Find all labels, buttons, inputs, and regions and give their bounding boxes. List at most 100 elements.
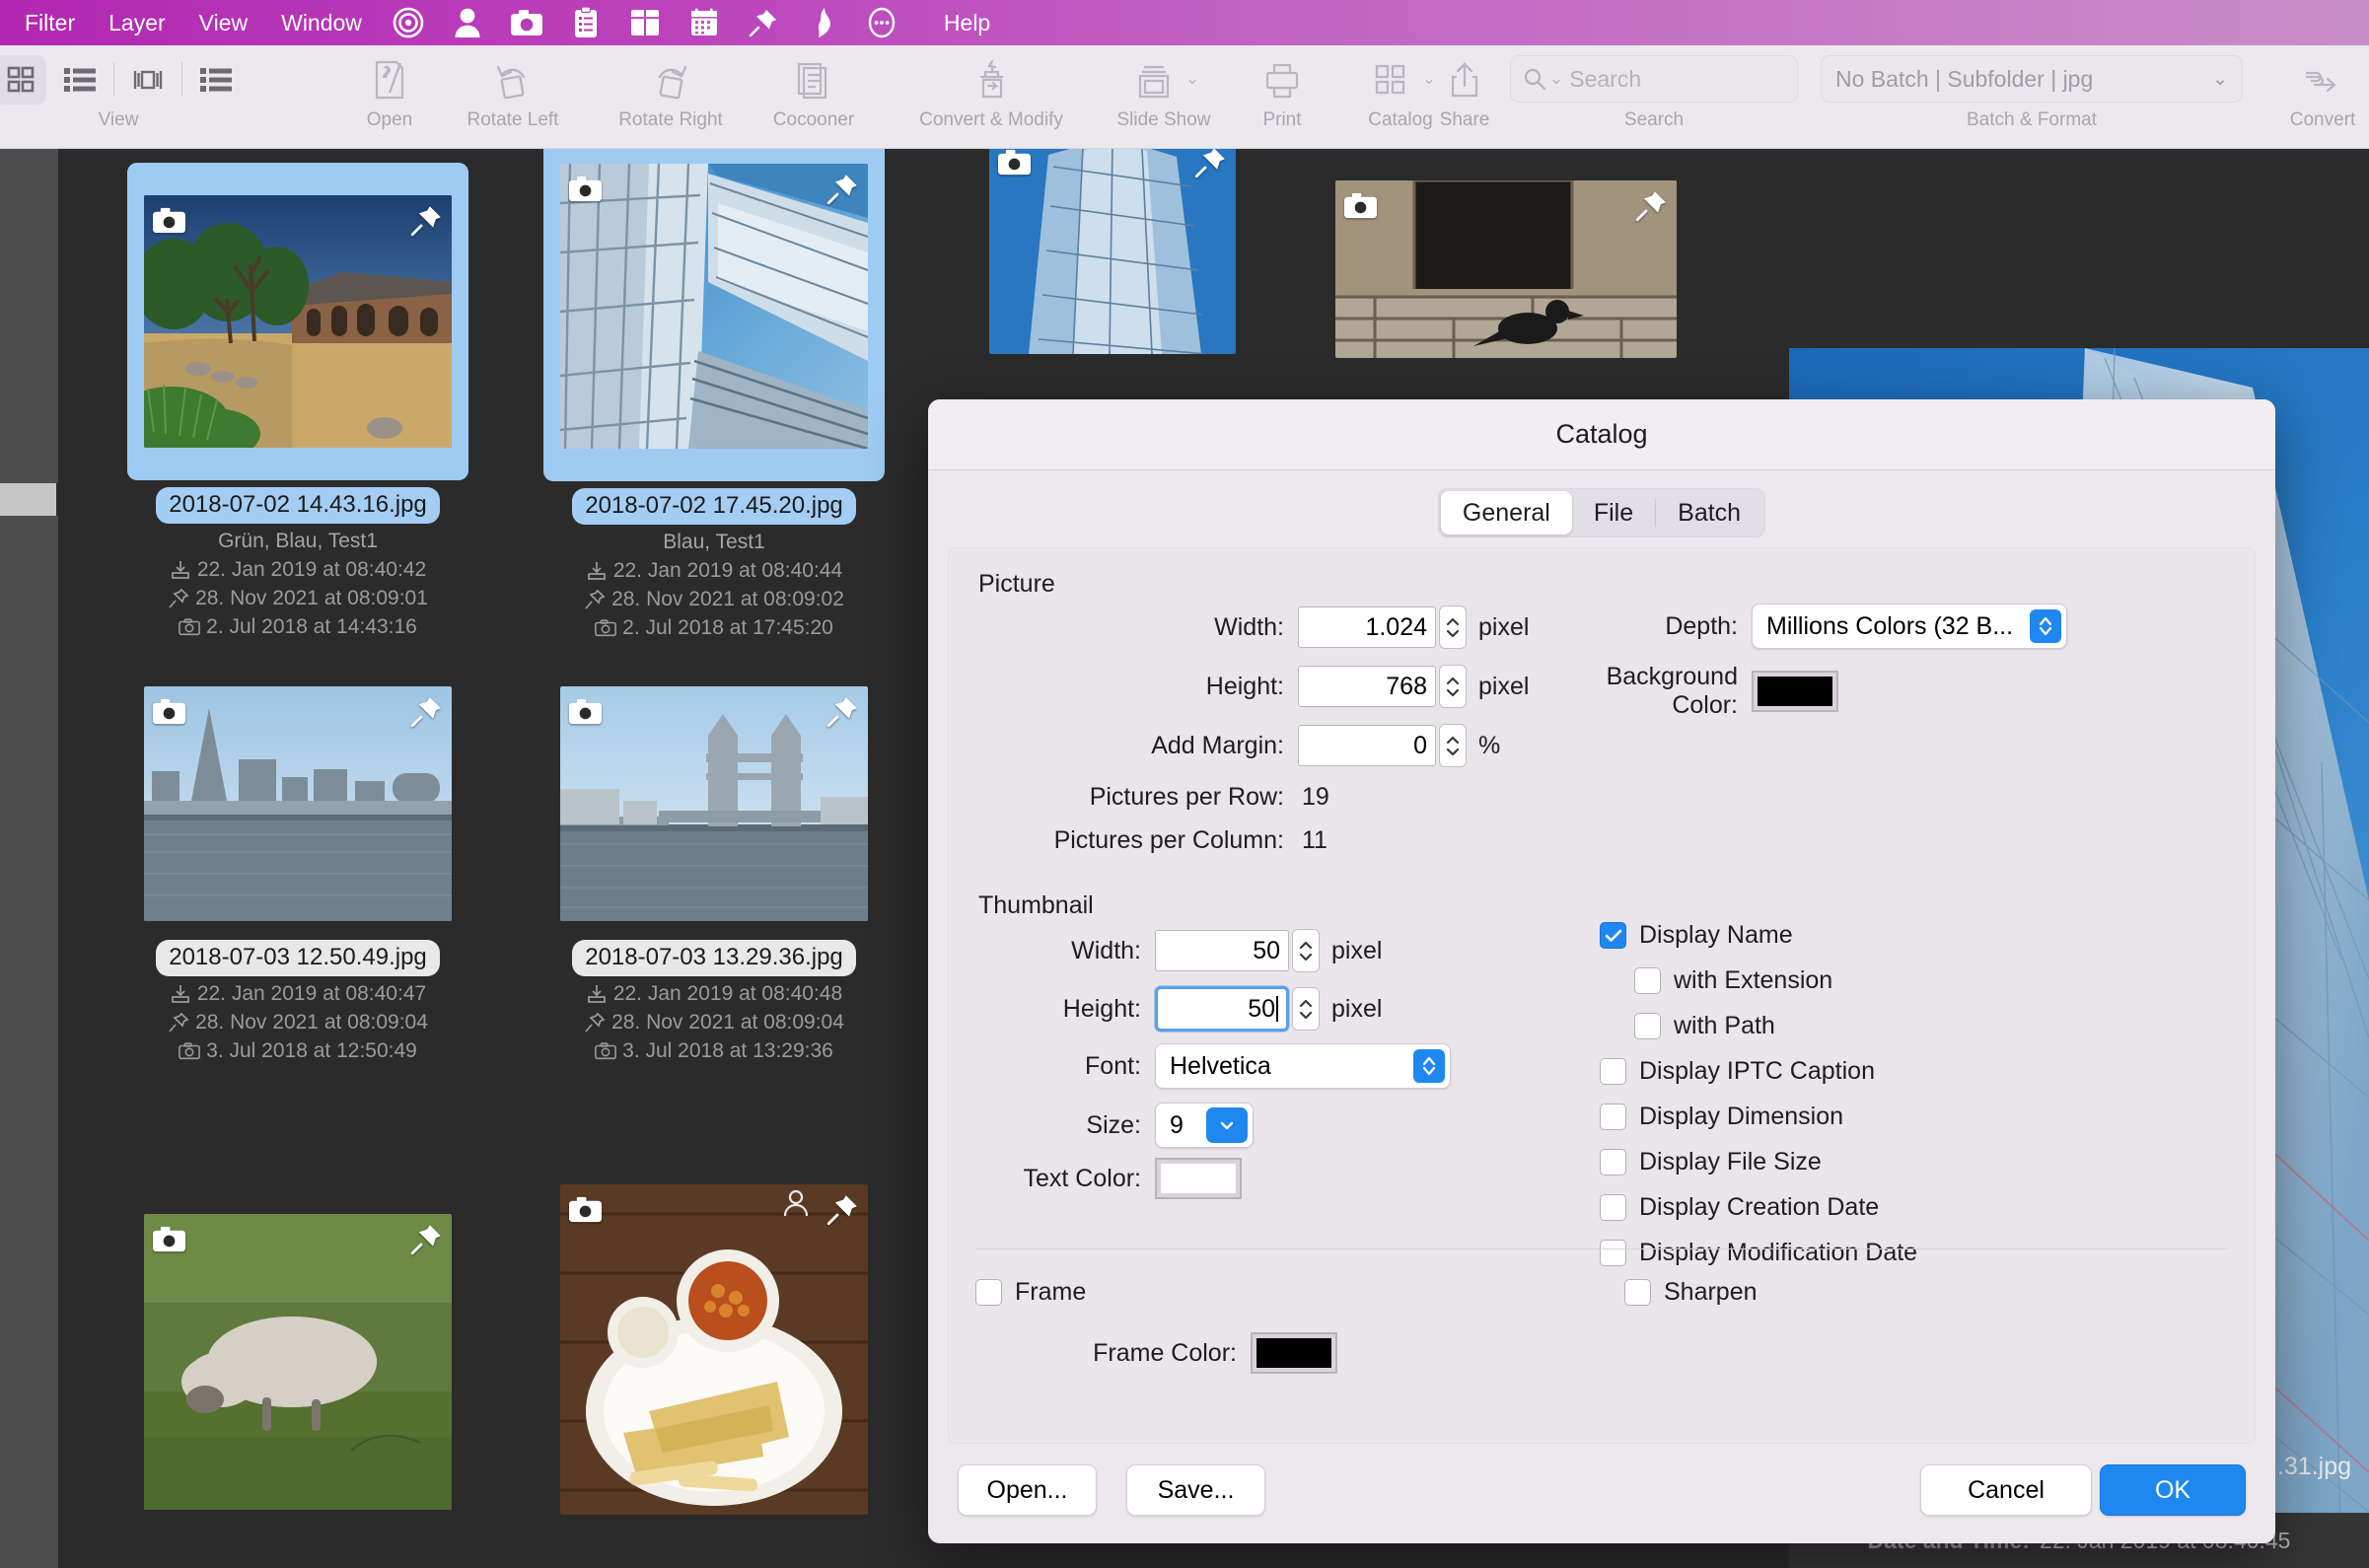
book-icon[interactable]	[622, 3, 668, 42]
thumbnail-import-date-row: 22. Jan 2019 at 08:40:48	[543, 980, 885, 1009]
picture-margin-stepper[interactable]	[1439, 724, 1467, 767]
display-dimension-row[interactable]: Display Dimension	[1600, 1103, 1917, 1131]
display-file-size-row[interactable]: Display File Size	[1600, 1148, 1917, 1176]
picture-width-unit: pixel	[1478, 612, 1530, 641]
pin-meta-icon	[585, 1013, 606, 1033]
tab-file[interactable]: File	[1572, 491, 1655, 535]
frame-row[interactable]: Frame	[975, 1278, 1086, 1307]
thumbnail-item-partial[interactable]	[1335, 180, 1677, 358]
with-extension-checkbox[interactable]	[1634, 967, 1661, 994]
view-grid-button[interactable]	[0, 55, 46, 105]
thumbnail-item[interactable]	[543, 1170, 885, 1520]
open-button[interactable]: Open...	[958, 1464, 1097, 1516]
thumbnail-height-input[interactable]: 50	[1155, 986, 1289, 1032]
menu-help[interactable]: Help	[927, 8, 1007, 38]
background-color-swatch[interactable]	[1752, 671, 1838, 712]
with-extension-row[interactable]: with Extension	[1634, 966, 1917, 995]
clipboard-icon[interactable]	[563, 3, 609, 42]
rotate-left-icon[interactable]	[487, 55, 538, 105]
picture-margin-input[interactable]: 0	[1298, 725, 1436, 766]
thumbnail-width-unit: pixel	[1331, 936, 1383, 964]
text-caret	[1276, 996, 1278, 1022]
search-input[interactable]: ⌄ Search	[1510, 55, 1798, 103]
view-list-button[interactable]	[54, 55, 106, 105]
display-modification-date-checkbox[interactable]	[1600, 1240, 1626, 1266]
display-creation-date-row[interactable]: Display Creation Date	[1600, 1193, 1917, 1222]
menu-view[interactable]: View	[182, 8, 264, 38]
thumbnail-textcolor-label: Text Color:	[1023, 1164, 1141, 1192]
print-icon[interactable]	[1256, 55, 1308, 105]
display-file-size-checkbox[interactable]	[1600, 1149, 1626, 1176]
sharpen-checkbox[interactable]	[1624, 1279, 1651, 1306]
thumbnail-capture-date-row: 3. Jul 2018 at 13:29:36	[543, 1037, 885, 1066]
batch-format-select[interactable]: No Batch | Subfolder | jpg ⌄	[1821, 55, 2243, 103]
display-iptc-caption-row[interactable]: Display IPTC Caption	[1600, 1057, 1917, 1086]
thumbnail-item[interactable]: 2018-07-02 14.43.16.jpg Grün, Blau, Test…	[127, 163, 468, 642]
camera-icon[interactable]	[504, 3, 549, 42]
thumbnail-filename[interactable]: 2018-07-03 12.50.49.jpg	[156, 940, 440, 976]
sharpen-row[interactable]: Sharpen	[1624, 1278, 1758, 1307]
flame-icon[interactable]	[800, 3, 845, 42]
view-detail-button[interactable]	[190, 55, 242, 105]
picture-height-input[interactable]: 768	[1298, 666, 1436, 707]
frame-color-swatch[interactable]	[1251, 1332, 1337, 1374]
batch-chevron-down-icon: ⌄	[2212, 68, 2228, 90]
cocooner-icon[interactable]	[788, 55, 839, 105]
picture-width-input[interactable]: 1.024	[1298, 606, 1436, 648]
side-tab-handle[interactable]	[0, 483, 58, 516]
thumbnail-filename[interactable]: 2018-07-03 13.29.36.jpg	[572, 940, 856, 976]
open-icon[interactable]	[364, 55, 415, 105]
thumbnail-item[interactable]: 2018-07-02 17.45.20.jpg Blau, Test1 22. …	[543, 149, 885, 643]
thumbnail-size-select[interactable]: 9	[1155, 1103, 1254, 1148]
thumbnail-font-select[interactable]: Helvetica	[1155, 1043, 1451, 1089]
pin-icon[interactable]	[741, 3, 786, 42]
share-icon[interactable]	[1439, 55, 1490, 105]
picture-width-stepper[interactable]	[1439, 606, 1467, 649]
slide-show-chevron-down-icon[interactable]: ⌄	[1185, 69, 1199, 89]
convert-modify-icon[interactable]	[966, 55, 1017, 105]
thumbnail-filename[interactable]: 2018-07-02 14.43.16.jpg	[156, 487, 440, 524]
tab-batch[interactable]: Batch	[1656, 491, 1762, 535]
picture-height-stepper[interactable]	[1439, 665, 1467, 708]
rotate-right-icon[interactable]	[645, 55, 696, 105]
target-icon[interactable]	[386, 3, 431, 42]
photo-zoo-building	[144, 195, 452, 448]
slide-show-icon[interactable]	[1128, 55, 1180, 105]
menu-filter[interactable]: Filter	[8, 8, 92, 38]
camera-meta-icon	[179, 1042, 201, 1060]
thumbnail-size-row: Size: 9	[978, 1103, 1254, 1148]
photo-escalator	[560, 164, 868, 449]
convert-icon[interactable]	[2297, 55, 2348, 105]
save-button[interactable]: Save...	[1126, 1464, 1265, 1516]
person-icon[interactable]	[445, 3, 490, 42]
text-color-swatch[interactable]	[1155, 1158, 1242, 1199]
display-modification-date-row[interactable]: Display Modification Date	[1600, 1239, 1917, 1267]
display-iptc-caption-checkbox[interactable]	[1600, 1058, 1626, 1085]
tab-general[interactable]: General	[1440, 491, 1572, 535]
thumbnail-item-partial[interactable]	[956, 149, 1269, 354]
thumbnail-width-stepper[interactable]	[1292, 929, 1320, 972]
ok-button[interactable]: OK	[2100, 1464, 2246, 1516]
with-path-row[interactable]: with Path	[1634, 1012, 1917, 1040]
thumbnail-item[interactable]: 2018-07-03 12.50.49.jpg 22. Jan 2019 at …	[127, 672, 468, 1066]
picture-margin-row: Add Margin: 0 %	[978, 724, 1531, 767]
cancel-button[interactable]: Cancel	[1920, 1464, 2092, 1516]
display-creation-date-checkbox[interactable]	[1600, 1194, 1626, 1221]
frame-checkbox[interactable]	[975, 1279, 1002, 1306]
display-dimension-checkbox[interactable]	[1600, 1104, 1626, 1130]
thumbnail-item[interactable]: 2018-07-03 13.29.36.jpg 22. Jan 2019 at …	[543, 672, 885, 1066]
ellipsis-circle-icon[interactable]	[859, 3, 904, 42]
thumbnail-item[interactable]	[127, 1199, 468, 1515]
view-filmstrip-button[interactable]	[122, 55, 174, 105]
display-name-checkbox[interactable]	[1600, 922, 1626, 949]
picture-width-label: Width:	[1214, 612, 1284, 641]
display-name-row[interactable]: Display Name	[1600, 921, 1917, 950]
menu-layer[interactable]: Layer	[92, 8, 182, 38]
thumbnail-width-input[interactable]: 50	[1155, 930, 1289, 971]
with-path-checkbox[interactable]	[1634, 1013, 1661, 1039]
thumbnail-filename[interactable]: 2018-07-02 17.45.20.jpg	[572, 488, 856, 525]
thumbnail-height-stepper[interactable]	[1292, 987, 1320, 1031]
calendar-icon[interactable]	[682, 3, 727, 42]
depth-select[interactable]: Millions Colors (32 B...	[1752, 604, 2067, 649]
menu-window[interactable]: Window	[264, 8, 379, 38]
